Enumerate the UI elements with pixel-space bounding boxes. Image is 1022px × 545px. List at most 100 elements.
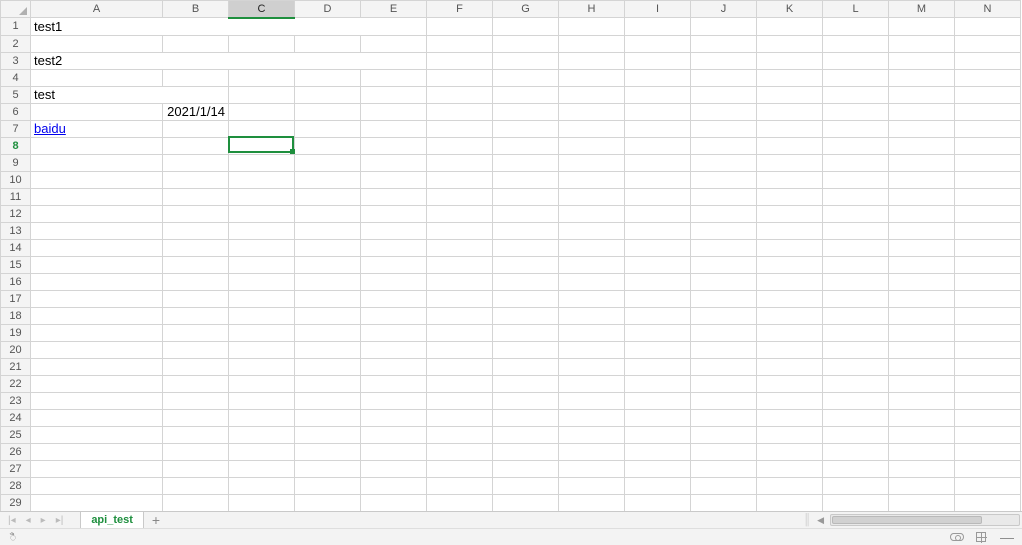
column-header[interactable]: F [427, 1, 493, 18]
row-header[interactable]: 27 [1, 460, 31, 477]
cell[interactable] [889, 52, 955, 69]
cell[interactable] [229, 239, 295, 256]
cell[interactable] [361, 392, 427, 409]
cell[interactable] [31, 477, 163, 494]
cell[interactable] [361, 409, 427, 426]
cell[interactable] [691, 205, 757, 222]
cell[interactable] [229, 477, 295, 494]
cell[interactable] [427, 392, 493, 409]
cell[interactable] [823, 460, 889, 477]
cell[interactable] [229, 307, 295, 324]
zoom-out-icon[interactable]: — [998, 529, 1016, 545]
row-header[interactable]: 4 [1, 69, 31, 86]
cell[interactable] [559, 222, 625, 239]
cell[interactable] [757, 392, 823, 409]
cell[interactable] [361, 358, 427, 375]
cell[interactable] [427, 256, 493, 273]
scroll-left-icon[interactable]: ◀ [817, 515, 824, 526]
cell[interactable] [295, 69, 361, 86]
cell[interactable] [889, 86, 955, 103]
cell[interactable] [691, 120, 757, 137]
cell[interactable] [955, 86, 1021, 103]
cell[interactable] [493, 222, 559, 239]
cell[interactable] [427, 188, 493, 205]
cell[interactable] [625, 222, 691, 239]
cell[interactable] [295, 103, 361, 120]
cell[interactable] [163, 307, 229, 324]
cell[interactable] [361, 69, 427, 86]
cell[interactable] [493, 120, 559, 137]
cell[interactable] [691, 358, 757, 375]
cell[interactable] [295, 307, 361, 324]
cell[interactable] [295, 120, 361, 137]
cell[interactable] [955, 52, 1021, 69]
cell[interactable] [295, 494, 361, 511]
cell[interactable] [427, 409, 493, 426]
cell[interactable] [625, 375, 691, 392]
cell[interactable] [955, 69, 1021, 86]
cell[interactable] [493, 86, 559, 103]
cell[interactable] [229, 222, 295, 239]
cell[interactable] [31, 171, 163, 188]
cell[interactable] [163, 460, 229, 477]
cell[interactable] [427, 137, 493, 154]
cell[interactable] [427, 205, 493, 222]
cell[interactable] [31, 358, 163, 375]
cell[interactable] [757, 35, 823, 52]
cell[interactable] [163, 120, 229, 137]
cell[interactable] [757, 477, 823, 494]
cell[interactable] [691, 137, 757, 154]
cell[interactable] [691, 154, 757, 171]
cell[interactable] [955, 426, 1021, 443]
cell[interactable] [625, 205, 691, 222]
cell[interactable] [757, 103, 823, 120]
cell[interactable] [427, 69, 493, 86]
cell[interactable] [691, 69, 757, 86]
cell[interactable] [757, 290, 823, 307]
cell[interactable] [361, 477, 427, 494]
cell[interactable] [889, 341, 955, 358]
cell[interactable] [295, 392, 361, 409]
cell[interactable] [691, 86, 757, 103]
cell[interactable] [493, 35, 559, 52]
cell[interactable] [691, 392, 757, 409]
row-header[interactable]: 25 [1, 426, 31, 443]
cell[interactable] [295, 171, 361, 188]
cell[interactable] [229, 69, 295, 86]
cell[interactable] [31, 460, 163, 477]
cell[interactable] [361, 307, 427, 324]
cell[interactable] [625, 188, 691, 205]
cell[interactable] [163, 494, 229, 511]
cell[interactable] [361, 154, 427, 171]
cell[interactable] [559, 120, 625, 137]
cell[interactable] [889, 273, 955, 290]
cell[interactable] [691, 426, 757, 443]
cell[interactable] [955, 460, 1021, 477]
row-header[interactable]: 8 [1, 137, 31, 154]
column-header[interactable]: A [31, 1, 163, 18]
cell[interactable] [691, 290, 757, 307]
cell[interactable] [163, 69, 229, 86]
cell[interactable] [757, 137, 823, 154]
cell[interactable] [493, 307, 559, 324]
horizontal-scrollbar[interactable] [830, 514, 1020, 526]
cell[interactable] [559, 307, 625, 324]
cell[interactable] [757, 273, 823, 290]
cell[interactable] [31, 494, 163, 511]
cell[interactable] [559, 409, 625, 426]
cell[interactable] [625, 341, 691, 358]
cell[interactable] [295, 409, 361, 426]
cell[interactable] [691, 477, 757, 494]
cell[interactable] [757, 154, 823, 171]
spreadsheet-grid[interactable]: ABCDEFGHIJKLMN1test123test245test62021/1… [0, 0, 1022, 511]
cell[interactable] [427, 307, 493, 324]
cell[interactable] [823, 307, 889, 324]
cell[interactable] [427, 239, 493, 256]
cell[interactable] [757, 409, 823, 426]
cell[interactable] [295, 256, 361, 273]
cell[interactable] [427, 35, 493, 52]
cell[interactable] [361, 35, 427, 52]
cell[interactable] [757, 494, 823, 511]
cell[interactable] [493, 477, 559, 494]
cell[interactable] [625, 409, 691, 426]
